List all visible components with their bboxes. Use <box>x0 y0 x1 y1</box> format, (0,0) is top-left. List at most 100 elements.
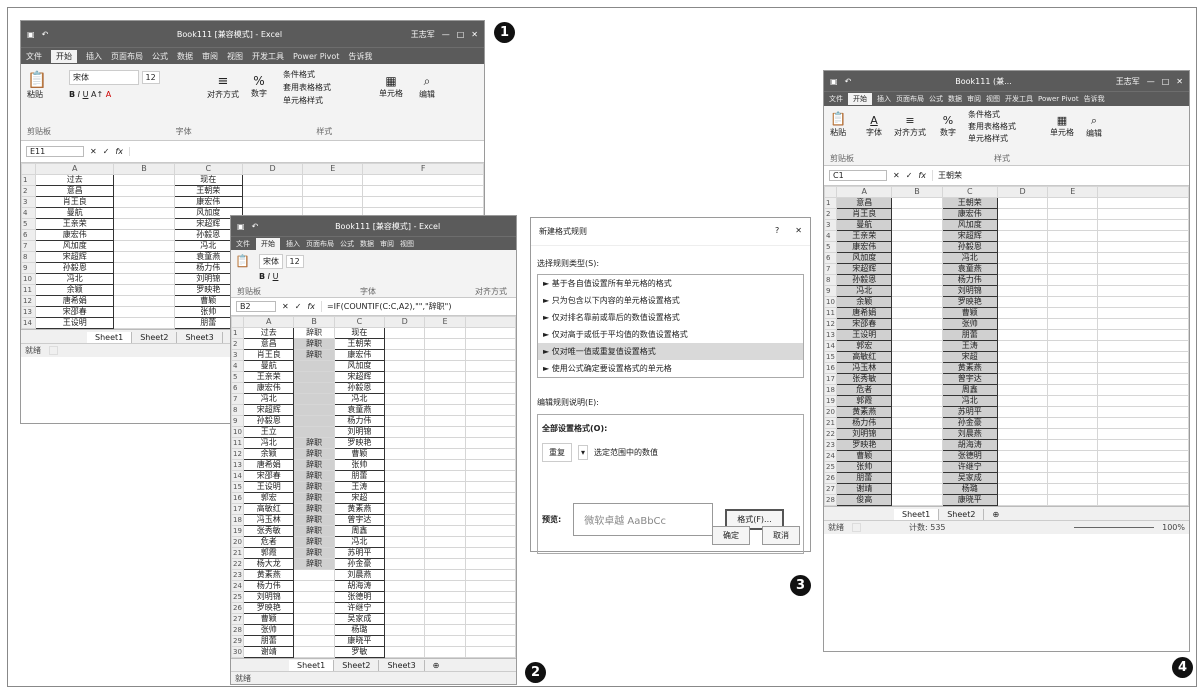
underline-icon[interactable]: U <box>83 90 89 99</box>
cell[interactable] <box>293 360 335 372</box>
cell[interactable] <box>1097 307 1189 319</box>
cell[interactable] <box>1097 351 1189 363</box>
cell[interactable]: 郭宏 <box>836 340 893 352</box>
row-header[interactable]: 24 <box>824 450 838 462</box>
cell[interactable]: 余颖 <box>836 296 893 308</box>
row-header[interactable]: 9 <box>21 262 37 274</box>
cell[interactable] <box>424 624 466 636</box>
cell[interactable]: 辞职 <box>293 459 335 471</box>
cell[interactable]: 辞职 <box>293 481 335 493</box>
cond-format-button[interactable]: 条件格式 <box>968 109 1016 121</box>
cell[interactable] <box>113 273 175 285</box>
row-header[interactable]: 17 <box>231 503 245 515</box>
column-header[interactable]: B <box>293 316 335 328</box>
cell[interactable] <box>464 360 516 372</box>
row-header[interactable]: 14 <box>21 317 37 329</box>
cell[interactable] <box>113 317 175 329</box>
cell[interactable] <box>464 635 516 647</box>
add-sheet-icon[interactable]: ⊕ <box>425 660 448 671</box>
cell[interactable]: 刘明锦 <box>333 426 386 438</box>
cell[interactable]: 辞职 <box>293 349 335 361</box>
cell[interactable] <box>891 318 943 330</box>
sheet-grid[interactable]: A B C D E 1 过去 辞职 现在 2 意昌 辞职 王朝荣 3 肖王良 辞职 康宏伟 4 曼航 风加度 5 王亲荣宋… <box>231 316 516 658</box>
cell[interactable]: 唐希娟 <box>243 459 295 471</box>
cell[interactable]: 袁童燕 <box>333 404 386 416</box>
cell[interactable] <box>891 483 943 495</box>
cell[interactable]: 孙毅恩 <box>333 382 386 394</box>
row-header[interactable]: 4 <box>21 207 37 219</box>
row-header[interactable]: 11 <box>824 307 838 319</box>
cell[interactable] <box>384 426 426 438</box>
font-size-select[interactable]: 12 <box>285 255 304 268</box>
minimize-icon[interactable]: — <box>442 30 450 39</box>
cell[interactable] <box>424 558 466 570</box>
row-header[interactable]: 2 <box>231 338 245 350</box>
row-header[interactable]: 12 <box>21 295 37 307</box>
row-header[interactable]: 3 <box>231 349 245 361</box>
cell[interactable]: 黄素燕 <box>941 362 998 374</box>
cell[interactable]: 刘晨燕 <box>333 569 386 581</box>
row-header[interactable]: 19 <box>231 525 245 537</box>
cell[interactable] <box>1047 483 1099 495</box>
cell[interactable] <box>996 450 1049 462</box>
row-header[interactable]: 15 <box>824 351 838 363</box>
cell[interactable] <box>996 439 1049 451</box>
tab-data[interactable]: 数据 <box>177 51 193 62</box>
cell[interactable]: 张帅 <box>836 461 893 473</box>
cell[interactable] <box>891 461 943 473</box>
cell[interactable] <box>293 635 335 647</box>
tab-sheet1[interactable]: Sheet1 <box>289 660 335 671</box>
row-header[interactable]: 8 <box>21 251 37 263</box>
cell[interactable]: 辞职 <box>293 338 335 350</box>
cell[interactable]: 康宏伟 <box>333 349 386 361</box>
cell[interactable] <box>113 185 175 197</box>
cell[interactable] <box>384 481 426 493</box>
cell[interactable]: 苏明平 <box>333 547 386 559</box>
cell[interactable]: 曾宇达 <box>333 514 386 526</box>
paste-button[interactable]: 📋 粘贴 <box>830 112 846 138</box>
tab-data[interactable]: 数据 <box>948 94 962 104</box>
cell[interactable]: 曼航 <box>243 360 295 372</box>
cell[interactable]: 罗映艳 <box>243 602 295 614</box>
cell[interactable] <box>113 174 175 186</box>
cell[interactable] <box>302 185 364 197</box>
tab-sheet3[interactable]: Sheet3 <box>379 660 425 671</box>
cell[interactable]: 杨璐 <box>941 483 998 495</box>
row-header[interactable]: 6 <box>231 382 245 394</box>
column-header[interactable]: E <box>1047 186 1099 198</box>
cell[interactable] <box>1097 417 1189 429</box>
cell[interactable]: 康晓平 <box>941 494 998 506</box>
cell[interactable] <box>464 613 516 625</box>
tab-view[interactable]: 视图 <box>400 239 414 249</box>
enter-icon[interactable]: ✓ <box>295 302 302 311</box>
tab-sheet2[interactable]: Sheet2 <box>939 509 985 520</box>
cell[interactable] <box>464 404 516 416</box>
row-header[interactable]: 18 <box>231 514 245 526</box>
cell[interactable] <box>464 371 516 383</box>
cell[interactable]: 王亲荣 <box>836 230 893 242</box>
cell[interactable] <box>891 274 943 286</box>
cell[interactable] <box>1047 285 1099 297</box>
cell[interactable] <box>1047 208 1099 220</box>
column-header[interactable]: B <box>113 163 175 175</box>
cell[interactable] <box>384 591 426 603</box>
cell[interactable] <box>1097 472 1189 484</box>
cell[interactable] <box>1097 241 1189 253</box>
sheet-grid[interactable]: A B C D E 1 意昌 王朝荣 2 肖王良 康宏伟 3 曼航 风加度 4 王亲荣 宋超辉 5 康宏伟 孙毅恩 6 风… <box>824 186 1189 506</box>
row-header[interactable]: 26 <box>231 602 245 614</box>
cell[interactable]: 郭宏 <box>243 492 295 504</box>
cell[interactable] <box>1097 318 1189 330</box>
row-header[interactable]: 21 <box>231 547 245 559</box>
cell[interactable]: 罗映艳 <box>836 439 893 451</box>
font-color-icon[interactable]: A <box>106 90 111 99</box>
cell[interactable] <box>1047 428 1099 440</box>
column-header[interactable]: D <box>241 163 304 175</box>
cell[interactable] <box>1097 494 1189 506</box>
row-header[interactable]: 8 <box>824 274 838 286</box>
cell[interactable]: 王涛 <box>333 481 386 493</box>
cell[interactable] <box>996 373 1049 385</box>
row-header[interactable]: 14 <box>824 340 838 352</box>
cell[interactable] <box>384 503 426 515</box>
cell[interactable]: 过去 <box>35 174 115 186</box>
cell[interactable]: 王涛 <box>941 340 998 352</box>
